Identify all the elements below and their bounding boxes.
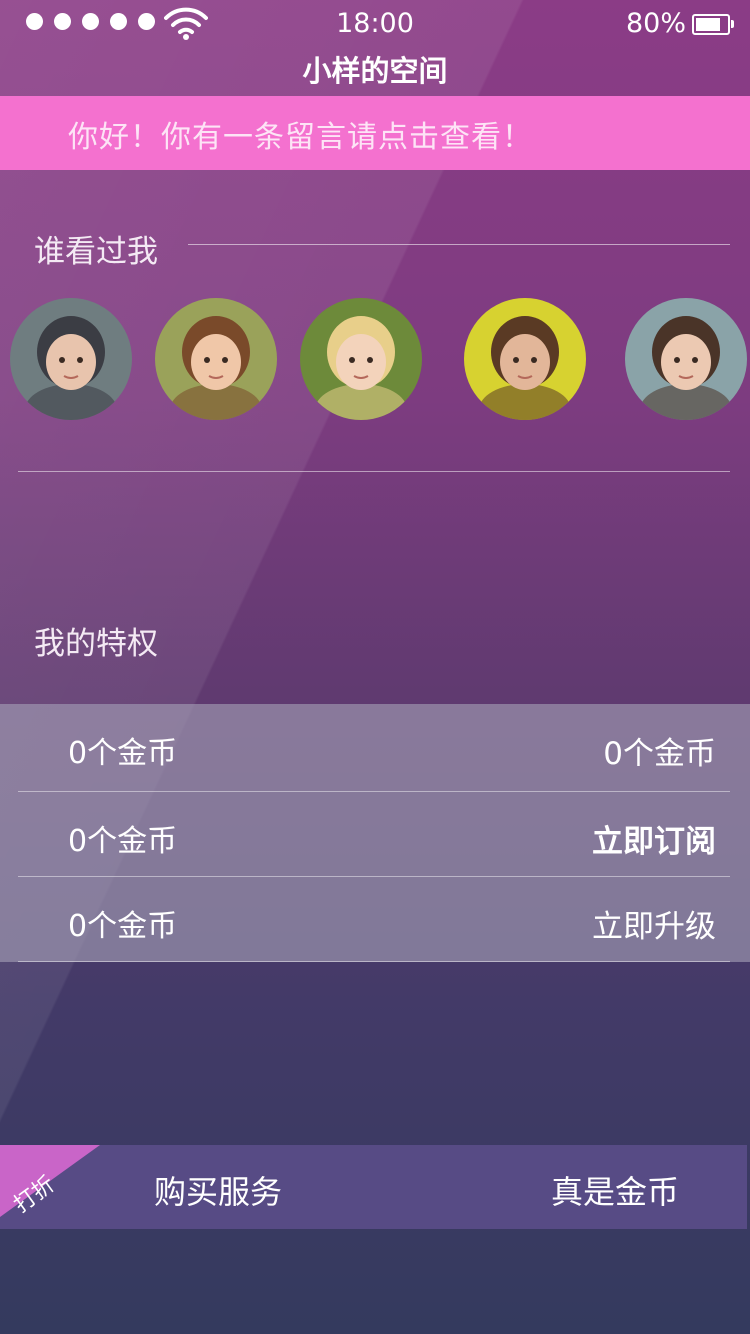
privilege-row[interactable]: 0个金币 0个金币 bbox=[0, 704, 750, 790]
section-divider bbox=[18, 471, 730, 472]
notice-text[interactable]: 你好！你有一条留言请点击查看！ bbox=[68, 112, 533, 156]
privilege-row[interactable]: 0个金币 立即订阅 bbox=[0, 792, 750, 878]
status-bar: 18:00 80% bbox=[0, 0, 750, 52]
privileges-panel: 0个金币 0个金币 0个金币 立即订阅 0个金币 立即升级 bbox=[0, 704, 750, 962]
message-notice-banner[interactable]: 你好！你有一条留言请点击查看！ bbox=[0, 96, 750, 170]
avatar-boy-hat[interactable] bbox=[625, 298, 747, 420]
battery-icon bbox=[692, 14, 734, 35]
avatar-blonde-girl[interactable] bbox=[300, 298, 422, 420]
purchase-service-bar[interactable]: 打折 购买服务 真是金币 bbox=[0, 1145, 747, 1229]
avatar-boy-glasses[interactable] bbox=[10, 298, 132, 420]
buy-service-button[interactable]: 购买服务 bbox=[154, 1167, 282, 1213]
background-gloss bbox=[0, 0, 750, 1334]
privilege-row-left: 0个金币 bbox=[68, 736, 178, 771]
privileges-section-title: 我的特权 bbox=[34, 626, 158, 662]
battery-percentage: 80% bbox=[625, 8, 686, 39]
avatar-girl-teddy[interactable] bbox=[155, 298, 277, 420]
coin-button[interactable]: 真是金币 bbox=[551, 1167, 679, 1213]
row-divider bbox=[18, 961, 730, 962]
subscribe-now-button[interactable]: 立即订阅 bbox=[592, 816, 716, 861]
privilege-row-right: 0个金币 bbox=[603, 736, 716, 772]
visitors-section-title: 谁看过我 bbox=[34, 234, 158, 270]
visitors-title-rule bbox=[188, 244, 730, 245]
upgrade-now-button[interactable]: 立即升级 bbox=[592, 901, 716, 946]
avatar-curly-girl[interactable] bbox=[464, 298, 586, 420]
privilege-row[interactable]: 0个金币 立即升级 bbox=[0, 877, 750, 963]
page-title: 小样的空间 bbox=[302, 54, 448, 88]
privilege-row-left: 0个金币 bbox=[68, 909, 178, 944]
privilege-row-left: 0个金币 bbox=[68, 824, 178, 859]
